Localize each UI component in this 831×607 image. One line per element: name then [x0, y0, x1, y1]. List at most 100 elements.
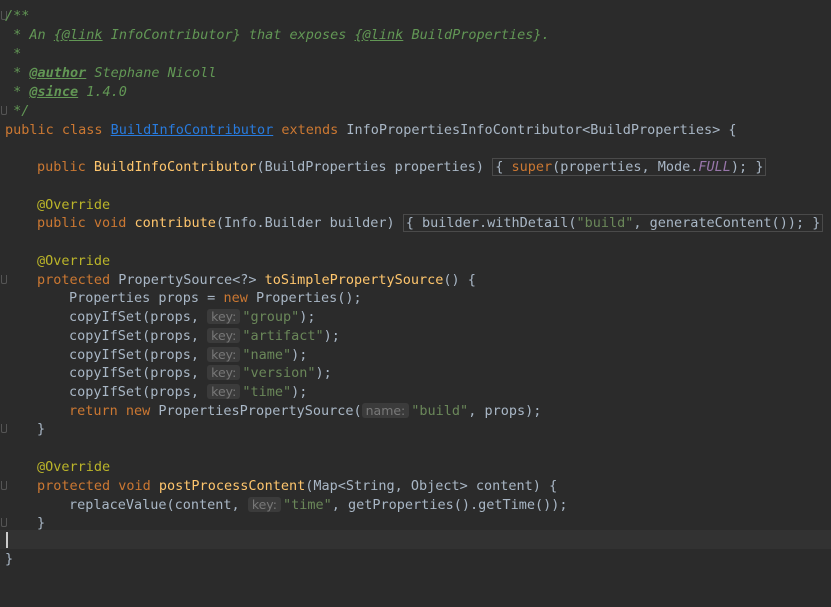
javadoc-text: * [5, 65, 30, 81]
parameter-hint: name: [361, 403, 410, 418]
fold-marker-icon[interactable] [0, 518, 7, 528]
code-text: (Info.Builder builder) [215, 215, 395, 231]
code-text: ); [291, 347, 308, 363]
code-line: */ [0, 102, 831, 121]
parameter-hint: key: [207, 309, 241, 324]
code-editor[interactable]: /** * An {@link InfoContributor} that ex… [0, 0, 831, 569]
code-line: * @since 1.4.0 [0, 83, 831, 102]
class-name-link[interactable]: BuildInfoContributor [111, 122, 274, 138]
code-text: copyIfSet(props, [69, 384, 208, 400]
code-text: ); [323, 328, 340, 344]
code-text: copyIfSet(props, [69, 347, 208, 363]
code-line: copyIfSet(props, key: "name"); [0, 346, 831, 365]
code-line: protected PropertySource<?> toSimpleProp… [0, 271, 831, 290]
string-literal: "version" [242, 365, 316, 381]
code-text: Properties props = [69, 290, 224, 306]
code-text: replaceValue(content, [69, 497, 248, 513]
javadoc-author-tag: @author [29, 65, 87, 81]
javadoc-close: */ [5, 103, 30, 119]
code-line: * An {@link InfoContributor} that expose… [0, 26, 831, 45]
code-line: Properties props = new Properties(); [0, 289, 831, 308]
method-name: toSimplePropertySource [264, 272, 444, 288]
javadoc-since-tag: @since [29, 84, 79, 100]
folded-region[interactable]: { super(properties, Mode.FULL); } [492, 158, 767, 176]
code-line: * [0, 45, 831, 64]
code-text: (BuildProperties properties) [256, 159, 485, 175]
javadoc-text: * [5, 46, 22, 62]
keyword: protected void [37, 478, 159, 494]
code-text: } [37, 421, 46, 437]
string-literal: "build" [411, 403, 469, 419]
parameter-hint: key: [207, 384, 241, 399]
annotation: @Override [37, 197, 111, 213]
parameter-hint: key: [207, 328, 241, 343]
method-name: postProcessContent [158, 478, 306, 494]
code-line: } [0, 550, 831, 569]
javadoc-text: * An [5, 27, 54, 43]
code-line: * @author Stephane Nicoll [0, 64, 831, 83]
code-line: public BuildInfoContributor(BuildPropert… [0, 158, 831, 177]
code-line: public class BuildInfoContributor extend… [0, 121, 831, 140]
code-text: , props); [468, 403, 542, 419]
text-caret [6, 532, 8, 548]
code-text: PropertySource<?> [118, 272, 265, 288]
string-literal: "name" [242, 347, 292, 363]
keyword: new [223, 290, 256, 306]
javadoc-link-tag: {@link [53, 27, 103, 43]
code-text: Properties(); [255, 290, 362, 306]
code-line: public void contribute(Info.Builder buil… [0, 214, 831, 233]
fold-marker-icon[interactable] [0, 424, 7, 434]
code-line: @Override [0, 196, 831, 215]
code-line: copyIfSet(props, key: "group"); [0, 308, 831, 327]
code-text: } [5, 551, 14, 567]
keyword: return new [69, 403, 159, 419]
code-line: copyIfSet(props, key: "artifact"); [0, 327, 831, 346]
keyword: extends [273, 122, 347, 138]
code-text: copyIfSet(props, [69, 365, 208, 381]
parameter-hint: key: [207, 347, 241, 362]
code-line: return new PropertiesPropertySource(name… [0, 402, 831, 421]
fold-marker-icon[interactable] [0, 275, 7, 285]
javadoc-author-name: Stephane Nicoll [86, 65, 217, 81]
parameter-hint: key: [247, 497, 281, 512]
code-line: @Override [0, 458, 831, 477]
string-literal: "time" [283, 497, 332, 513]
code-text: , getProperties().getTime()); [331, 497, 568, 513]
javadoc-since-version: 1.4.0 [78, 84, 127, 100]
method-name: BuildInfoContributor [93, 159, 257, 175]
keyword: public void [37, 215, 135, 231]
code-text: copyIfSet(props, [69, 309, 208, 325]
code-line: copyIfSet(props, key: "time"); [0, 383, 831, 402]
code-text: PropertiesPropertySource( [158, 403, 362, 419]
javadoc-text: * [5, 84, 30, 100]
method-name: contribute [134, 215, 216, 231]
code-line: } [0, 420, 831, 439]
javadoc-text: InfoContributor} that exposes [102, 27, 355, 43]
folded-region[interactable]: { builder.withDetail("build", generateCo… [402, 214, 824, 232]
code-line: copyIfSet(props, key: "version"); [0, 364, 831, 383]
annotation: @Override [37, 459, 111, 475]
annotation: @Override [37, 253, 111, 269]
current-line[interactable] [0, 530, 831, 549]
keyword: public [37, 159, 94, 175]
code-text: ); [315, 365, 332, 381]
keyword: protected [37, 272, 119, 288]
code-text: ); [299, 309, 316, 325]
javadoc-link-tag: {@link [354, 27, 404, 43]
string-literal: "group" [242, 309, 300, 325]
parameter-hint: key: [207, 365, 241, 380]
code-text: copyIfSet(props, [69, 328, 208, 344]
javadoc-text: BuildProperties}. [403, 27, 550, 43]
code-line: @Override [0, 252, 831, 271]
fold-marker-icon[interactable] [0, 481, 7, 491]
code-line: replaceValue(content, key: "time", getPro… [0, 496, 831, 515]
code-text: InfoPropertiesInfoContributor<BuildPrope… [346, 122, 737, 138]
code-text: (Map<String, Object> content) { [305, 478, 558, 494]
code-text: () { [443, 272, 476, 288]
code-line: protected void postProcessContent(Map<St… [0, 477, 831, 496]
code-text: ); [291, 384, 308, 400]
code-line: /** [0, 7, 831, 26]
string-literal: "time" [242, 384, 292, 400]
javadoc-open: /** [5, 8, 30, 24]
string-literal: "artifact" [242, 328, 324, 344]
